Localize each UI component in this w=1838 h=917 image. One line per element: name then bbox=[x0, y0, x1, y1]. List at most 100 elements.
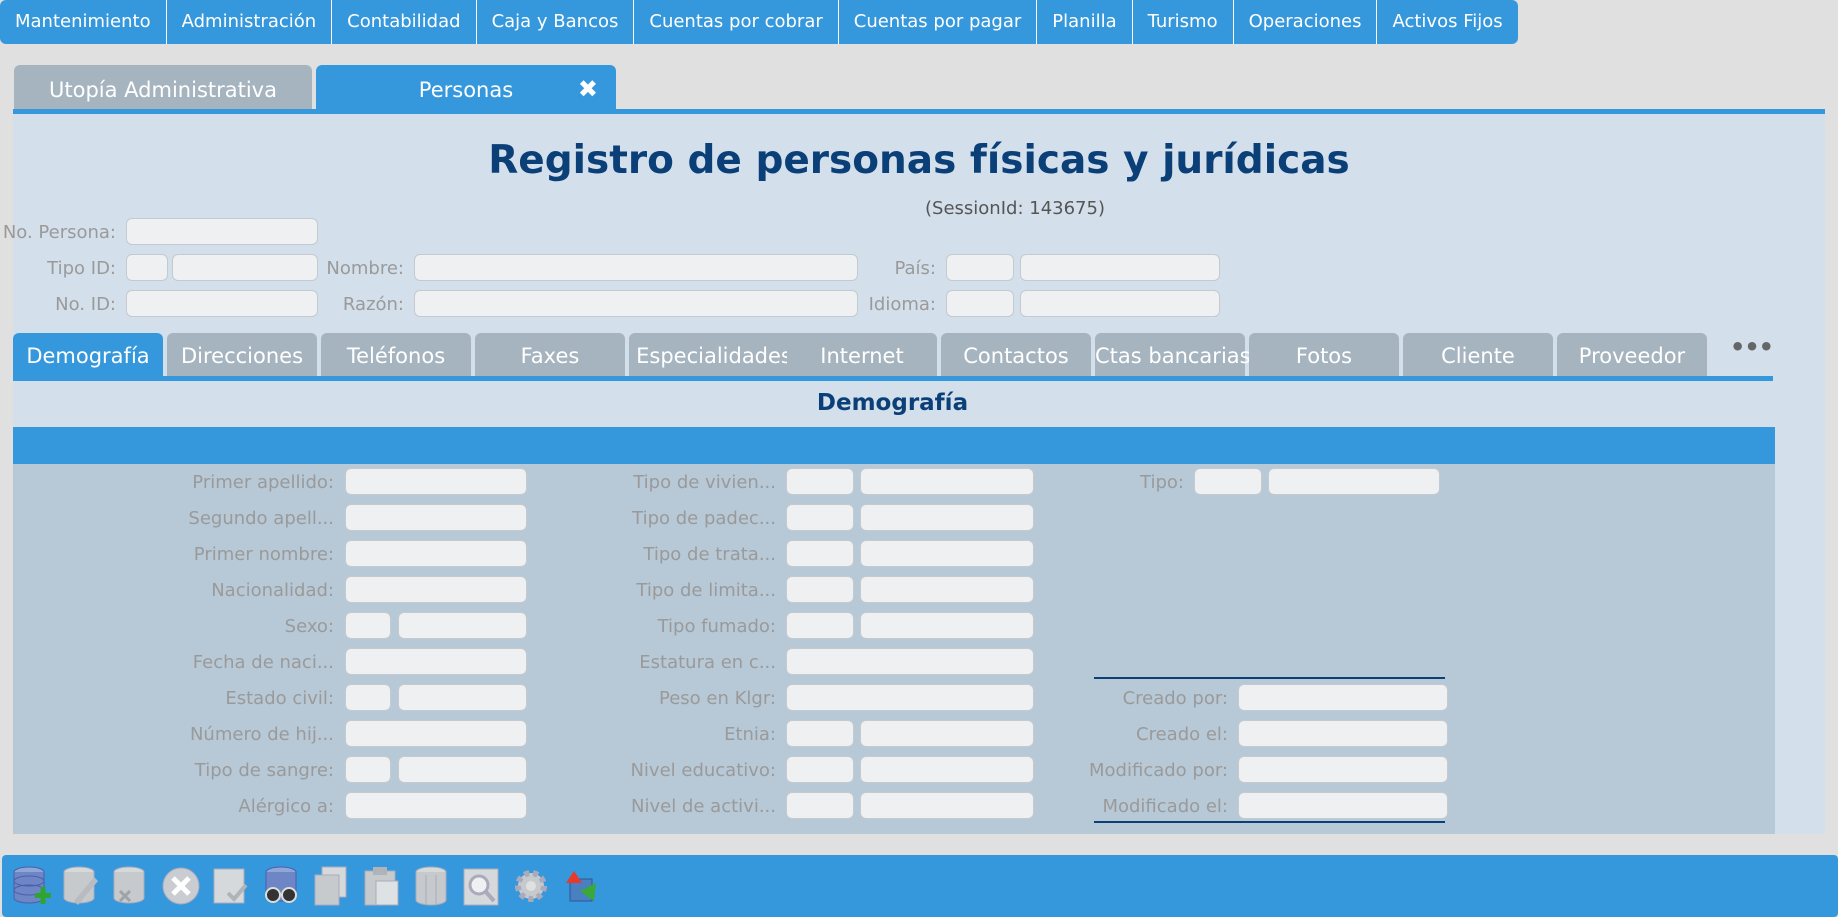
nacionalidad-label: Nacionalidad: bbox=[211, 580, 334, 601]
tipo-vivienda-code-field[interactable] bbox=[786, 468, 854, 495]
tab-demografia[interactable]: Demografía bbox=[13, 333, 163, 378]
tipo-tratamiento-code-field[interactable] bbox=[786, 540, 854, 567]
menu-planilla[interactable]: Planilla bbox=[1037, 0, 1133, 44]
estatura-field[interactable] bbox=[786, 648, 1034, 675]
nivel-actividad-code-field[interactable] bbox=[786, 792, 854, 819]
idioma-desc-field[interactable] bbox=[1020, 290, 1220, 317]
sexo-label: Sexo: bbox=[284, 616, 334, 637]
creado-el-field[interactable] bbox=[1238, 720, 1448, 747]
nombre-label: Nombre: bbox=[326, 258, 404, 279]
tab-contactos[interactable]: Contactos bbox=[941, 333, 1091, 378]
menu-caja-bancos[interactable]: Caja y Bancos bbox=[476, 0, 635, 44]
page-title: Registro de personas físicas y jurídicas bbox=[488, 138, 1350, 183]
menu-operaciones[interactable]: Operaciones bbox=[1233, 0, 1378, 44]
menu-cuentas-por-cobrar[interactable]: Cuentas por cobrar bbox=[634, 0, 839, 44]
copy-icon[interactable] bbox=[310, 863, 352, 909]
edit-record-icon[interactable] bbox=[60, 863, 102, 909]
etnia-desc-field[interactable] bbox=[860, 720, 1034, 747]
modificado-el-field[interactable] bbox=[1238, 792, 1448, 819]
tipo-limitacion-code-field[interactable] bbox=[786, 576, 854, 603]
more-tabs-icon[interactable]: ••• bbox=[1730, 333, 1774, 361]
etnia-label: Etnia: bbox=[724, 724, 776, 745]
add-record-icon[interactable] bbox=[10, 863, 52, 909]
tipo-vivienda-desc-field[interactable] bbox=[860, 468, 1034, 495]
razon-label: Razón: bbox=[342, 294, 404, 315]
paste-icon[interactable] bbox=[360, 863, 402, 909]
columns-icon[interactable] bbox=[410, 863, 452, 909]
menu-activos-fijos[interactable]: Activos Fijos bbox=[1377, 0, 1518, 44]
idioma-code-field[interactable] bbox=[946, 290, 1014, 317]
tipo-id-desc-field[interactable] bbox=[172, 254, 318, 281]
close-icon[interactable]: ✖ bbox=[578, 64, 598, 114]
tipo-padecimiento-desc-field[interactable] bbox=[860, 504, 1034, 531]
modificado-por-field[interactable] bbox=[1238, 756, 1448, 783]
tipo-sangre-code-field[interactable] bbox=[345, 756, 391, 783]
segundo-apellido-field[interactable] bbox=[345, 504, 527, 531]
confirm-icon[interactable] bbox=[210, 863, 252, 909]
tipo-fumado-desc-field[interactable] bbox=[860, 612, 1034, 639]
nivel-educativo-label: Nivel educativo: bbox=[630, 760, 776, 781]
nivel-actividad-desc-field[interactable] bbox=[860, 792, 1034, 819]
tab-ctas-bancarias[interactable]: Ctas bancarias bbox=[1095, 333, 1251, 378]
alergico-field[interactable] bbox=[345, 792, 527, 819]
tab-cliente[interactable]: Cliente bbox=[1403, 333, 1553, 378]
peso-field[interactable] bbox=[786, 684, 1034, 711]
settings-icon[interactable] bbox=[510, 863, 552, 909]
sexo-code-field[interactable] bbox=[345, 612, 391, 639]
no-id-label: No. ID: bbox=[55, 294, 116, 315]
menu-administracion[interactable]: Administración bbox=[166, 0, 333, 44]
tipo-sangre-desc-field[interactable] bbox=[398, 756, 527, 783]
tab-faxes[interactable]: Faxes bbox=[475, 333, 625, 378]
no-id-field[interactable] bbox=[126, 290, 318, 317]
menu-cuentas-por-pagar[interactable]: Cuentas por pagar bbox=[838, 0, 1038, 44]
fecha-nacimiento-label: Fecha de naci... bbox=[192, 652, 334, 673]
tab-telefonos[interactable]: Teléfonos bbox=[321, 333, 471, 378]
audit-separator-bottom bbox=[1094, 821, 1445, 823]
refresh-icon[interactable] bbox=[560, 863, 602, 909]
cancel-icon[interactable] bbox=[160, 863, 202, 909]
estado-civil-code-field[interactable] bbox=[345, 684, 391, 711]
tipo-padecimiento-code-field[interactable] bbox=[786, 504, 854, 531]
primer-apellido-field[interactable] bbox=[345, 468, 527, 495]
no-persona-field[interactable] bbox=[126, 218, 318, 245]
sexo-desc-field[interactable] bbox=[398, 612, 527, 639]
etnia-code-field[interactable] bbox=[786, 720, 854, 747]
tab-especialidades[interactable]: Especialidades bbox=[629, 333, 799, 378]
tab-proveedor[interactable]: Proveedor bbox=[1557, 333, 1707, 378]
nacionalidad-field[interactable] bbox=[345, 576, 527, 603]
tab-fotos[interactable]: Fotos bbox=[1249, 333, 1399, 378]
alergico-label: Alérgico a: bbox=[238, 796, 334, 817]
primer-nombre-field[interactable] bbox=[345, 540, 527, 567]
modificado-por-label: Modificado por: bbox=[1089, 760, 1228, 781]
tab-direcciones[interactable]: Direcciones bbox=[167, 333, 317, 378]
segundo-apellido-label: Segundo apell... bbox=[188, 508, 334, 529]
nivel-educativo-desc-field[interactable] bbox=[860, 756, 1034, 783]
estado-civil-desc-field[interactable] bbox=[398, 684, 527, 711]
pais-desc-field[interactable] bbox=[1020, 254, 1220, 281]
delete-record-icon[interactable] bbox=[110, 863, 152, 909]
tipo-code-field[interactable] bbox=[1194, 468, 1262, 495]
tipo-id-code-field[interactable] bbox=[126, 254, 168, 281]
nombre-field[interactable] bbox=[414, 254, 858, 281]
menu-turismo[interactable]: Turismo bbox=[1132, 0, 1234, 44]
tab-utopia-administrativa[interactable]: Utopía Administrativa bbox=[14, 65, 312, 112]
razon-field[interactable] bbox=[414, 290, 858, 317]
tipo-limitacion-desc-field[interactable] bbox=[860, 576, 1034, 603]
pais-code-field[interactable] bbox=[946, 254, 1014, 281]
fecha-nacimiento-field[interactable] bbox=[345, 648, 527, 675]
tab-internet[interactable]: Internet bbox=[787, 333, 937, 378]
menu-mantenimiento[interactable]: Mantenimiento bbox=[0, 0, 167, 44]
section-header-bar bbox=[13, 427, 1775, 464]
creado-por-label: Creado por: bbox=[1122, 688, 1228, 709]
tipo-fumado-code-field[interactable] bbox=[786, 612, 854, 639]
tab-personas[interactable]: Personas ✖ bbox=[316, 65, 616, 112]
creado-por-field[interactable] bbox=[1238, 684, 1448, 711]
tipo-desc-field[interactable] bbox=[1268, 468, 1440, 495]
main-menu: Mantenimiento Administración Contabilida… bbox=[0, 0, 1518, 44]
numero-hijos-field[interactable] bbox=[345, 720, 527, 747]
nivel-educativo-code-field[interactable] bbox=[786, 756, 854, 783]
search-binoculars-icon[interactable] bbox=[260, 863, 302, 909]
tipo-tratamiento-desc-field[interactable] bbox=[860, 540, 1034, 567]
zoom-icon[interactable] bbox=[460, 863, 502, 909]
menu-contabilidad[interactable]: Contabilidad bbox=[332, 0, 477, 44]
